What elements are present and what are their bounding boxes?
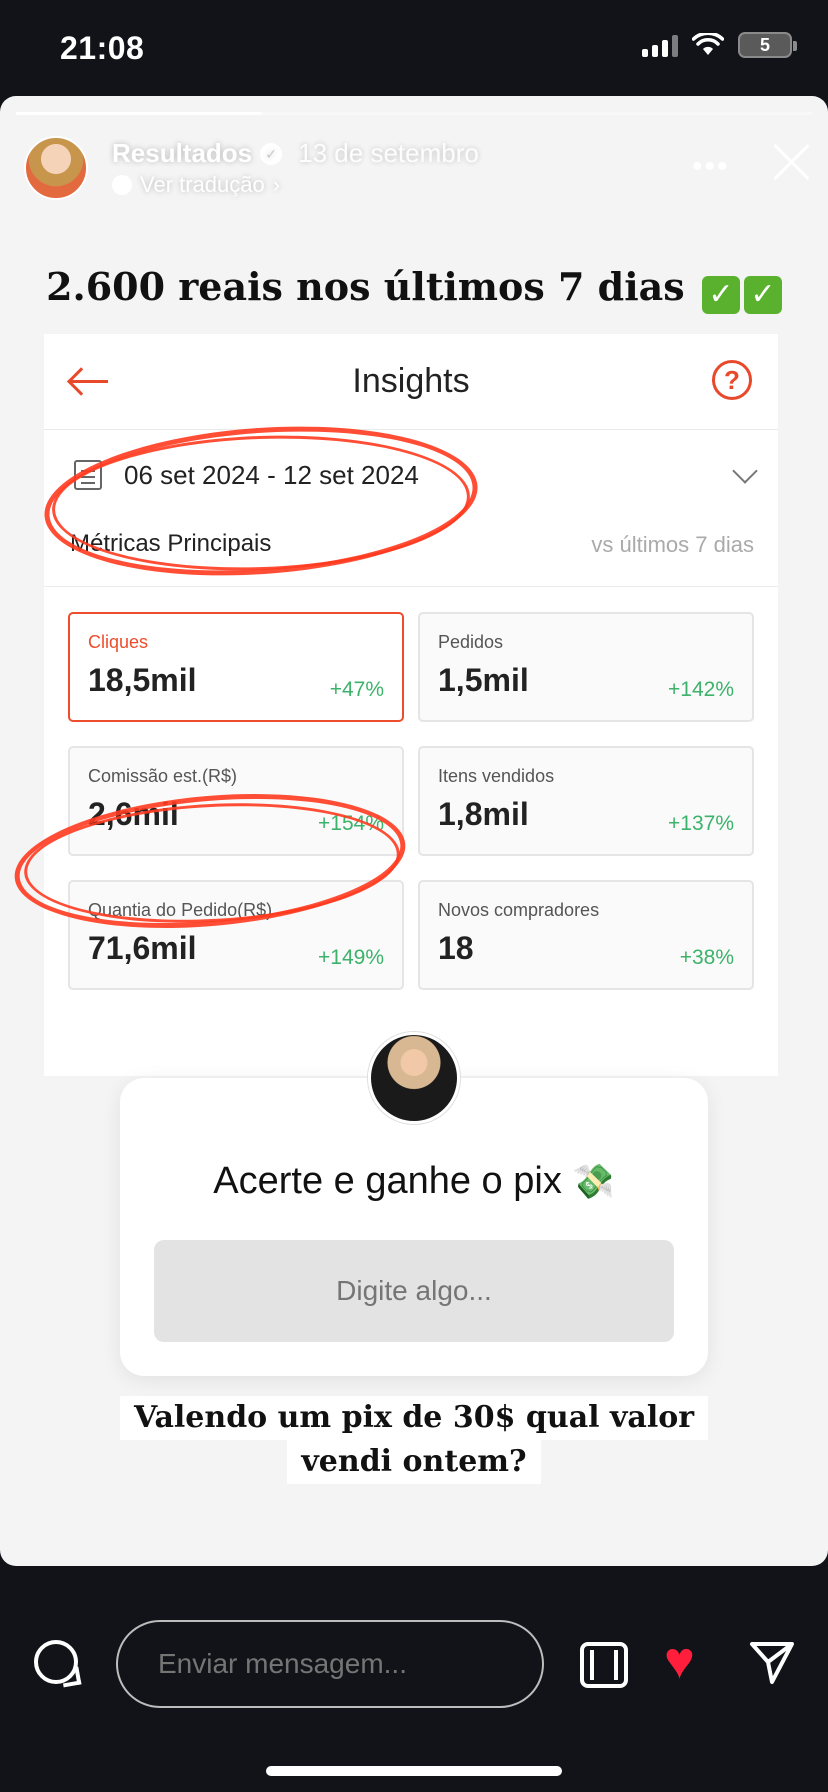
- send-icon[interactable]: [748, 1638, 796, 1686]
- close-icon[interactable]: [768, 138, 816, 186]
- metric-value: 18,5mil: [88, 662, 197, 698]
- metric-card-cliques: Cliques 18,5mil +47%: [68, 612, 404, 722]
- story-headline: 2.600 reais nos últimos 7 dias ✓ ✓: [0, 264, 828, 314]
- story-reply-bar: ♥: [0, 1566, 828, 1792]
- status-bar: 21:08 5: [0, 0, 828, 96]
- author-name[interactable]: Resultados: [112, 138, 252, 169]
- wifi-icon: [692, 33, 724, 55]
- translate-icon: [112, 175, 132, 195]
- camera-icon[interactable]: [34, 1640, 78, 1684]
- metric-card-itens-vendidos: Itens vendidos 1,8mil +137%: [418, 746, 754, 856]
- check-mark-icon: ✓: [743, 276, 782, 314]
- verified-icon: ✓: [260, 142, 283, 165]
- metric-value: 1,5mil: [438, 662, 529, 698]
- metric-label: Itens vendidos: [438, 766, 555, 786]
- quiz-question-text: Acerte e ganhe o pix: [213, 1160, 562, 1202]
- quiz-answer-input[interactable]: [154, 1240, 674, 1342]
- quiz-question: Acerte e ganhe o pix 💸: [120, 1160, 708, 1203]
- metric-label: Pedidos: [438, 632, 504, 652]
- translate-link[interactable]: Ver tradução ›: [112, 172, 280, 198]
- metric-card-novos-compradores: Novos compradores 18 +38%: [418, 880, 754, 990]
- story-progress-bar: [16, 112, 812, 115]
- story-header: Resultados ✓ 13 de setembro Ver tradução…: [24, 132, 804, 202]
- share-card-icon[interactable]: [580, 1642, 628, 1688]
- battery-icon: 5: [738, 32, 797, 58]
- translate-label: Ver tradução: [140, 172, 265, 197]
- metric-change: +47%: [329, 678, 384, 701]
- help-icon: ?: [712, 360, 752, 400]
- comparison-label: vs últimos 7 dias: [591, 532, 754, 557]
- metric-change: +38%: [679, 946, 734, 969]
- home-indicator[interactable]: [266, 1766, 562, 1776]
- message-input[interactable]: [116, 1620, 544, 1708]
- divider: [44, 586, 778, 587]
- metric-change: +142%: [668, 678, 734, 701]
- metric-card-pedidos: Pedidos 1,5mil +142%: [418, 612, 754, 722]
- metric-value: 71,6mil: [88, 930, 197, 966]
- like-heart-icon[interactable]: ♥: [664, 1635, 714, 1687]
- story-progress-fill: [16, 112, 261, 115]
- insights-title: Insights: [352, 362, 470, 400]
- status-time: 21:08: [60, 30, 145, 66]
- money-wings-icon: 💸: [572, 1163, 615, 1201]
- story-card[interactable]: Resultados ✓ 13 de setembro Ver tradução…: [0, 96, 828, 1566]
- signal-icon: [642, 33, 678, 57]
- chevron-down-icon: [732, 458, 758, 484]
- author-avatar[interactable]: [24, 136, 88, 200]
- headline-text: 2.600 reais nos últimos 7 dias: [46, 264, 685, 309]
- quiz-avatar: [368, 1032, 460, 1124]
- metric-change: +149%: [318, 946, 384, 969]
- status-indicators: 5: [642, 32, 797, 58]
- author-row: Resultados ✓ 13 de setembro: [112, 138, 479, 169]
- metric-label: Novos compradores: [438, 900, 600, 920]
- metric-label: Cliques: [88, 632, 149, 652]
- story-date: 13 de setembro: [298, 138, 479, 168]
- metric-value: 18: [438, 930, 474, 966]
- story-caption: Valendo um pix de 30$ qual valor vendi o…: [0, 1396, 828, 1484]
- check-mark-icon: ✓: [701, 276, 740, 314]
- insights-header: Insights ?: [44, 334, 778, 430]
- chevron-right-icon: ›: [272, 172, 281, 197]
- caption-line-2: vendi ontem?: [287, 1440, 541, 1484]
- metric-change: +137%: [668, 812, 734, 835]
- metric-value: 1,8mil: [438, 796, 529, 832]
- caption-line-1: Valendo um pix de 30$ qual valor: [119, 1396, 709, 1440]
- more-options-icon[interactable]: •••: [692, 150, 730, 184]
- metric-label: Comissão est.(R$): [88, 766, 238, 786]
